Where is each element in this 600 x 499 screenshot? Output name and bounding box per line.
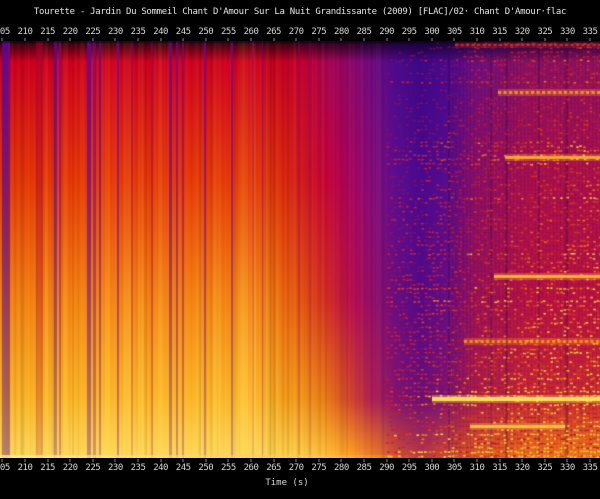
axis-tick-label: 275 xyxy=(311,463,326,473)
axis-tick-label: 245 xyxy=(176,463,191,473)
axis-tick-label: 330 xyxy=(560,27,575,37)
axis-tickmark xyxy=(183,459,184,462)
axis-tickmark xyxy=(273,459,274,462)
axis-tick-label: 300 xyxy=(424,27,439,37)
axis-tickmark xyxy=(318,459,319,462)
axis-tick-label: 215 xyxy=(40,27,55,37)
time-axis-label: Time (s) xyxy=(0,478,574,488)
axis-tick-label: 305 xyxy=(447,463,462,473)
page-title: Tourette - Jardin Du Sommeil Chant D'Amo… xyxy=(0,7,600,17)
spectrogram-heatmap xyxy=(0,41,600,458)
axis-tick-label: 285 xyxy=(357,463,372,473)
axis-tickmark xyxy=(205,459,206,462)
axis-tickmark xyxy=(47,459,48,462)
axis-tick-label: 250 xyxy=(198,463,213,473)
axis-tickmark xyxy=(409,459,410,462)
axis-tick-label: 295 xyxy=(402,27,417,37)
axis-tick-label: 300 xyxy=(424,463,439,473)
axis-tickmark xyxy=(431,459,432,462)
axis-tick-label: 265 xyxy=(266,27,281,37)
axis-tickmark xyxy=(522,459,523,462)
axis-tick-label: 315 xyxy=(492,463,507,473)
axis-tick-label: 230 xyxy=(108,27,123,37)
axis-tick-label: 295 xyxy=(402,463,417,473)
axis-tickmark xyxy=(544,459,545,462)
axis-tickmark xyxy=(296,459,297,462)
axis-tick-label: 280 xyxy=(334,27,349,37)
axis-tickmark xyxy=(138,459,139,462)
axis-tickmark xyxy=(341,459,342,462)
axis-tick-label: 235 xyxy=(131,463,146,473)
axis-tickmark xyxy=(70,459,71,462)
axis-tick-label: 215 xyxy=(40,463,55,473)
axis-tick-label: 235 xyxy=(131,27,146,37)
axis-tickmark xyxy=(364,459,365,462)
axis-tick-label: 210 xyxy=(18,27,33,37)
time-axis-top: 205 210 215 220 225 230 235 240 245 250 255 260 265 2… xyxy=(0,27,600,38)
axis-tick-label: 275 xyxy=(311,27,326,37)
axis-tickmark xyxy=(386,459,387,462)
axis-tick-label: 315 xyxy=(492,27,507,37)
axis-tick-label: 280 xyxy=(334,463,349,473)
axis-tickmark xyxy=(92,459,93,462)
time-axis-bottom: 205 210 215 220 225 230 235 240 245 250 255 260 265 2… xyxy=(0,463,600,474)
axis-tickmark xyxy=(115,459,116,462)
axis-tick-label: 335 xyxy=(583,463,598,473)
axis-tick-label: 310 xyxy=(470,27,485,37)
axis-tick-label: 260 xyxy=(244,27,259,37)
time-axis-bottom-tickmarks xyxy=(0,459,600,462)
axis-tickmark xyxy=(2,459,3,462)
axis-tick-label: 335 xyxy=(583,27,598,37)
axis-tick-label: 305 xyxy=(447,27,462,37)
axis-tickmark xyxy=(477,459,478,462)
axis-tick-label: 320 xyxy=(515,463,530,473)
axis-tickmark xyxy=(160,459,161,462)
axis-tick-label: 250 xyxy=(198,27,213,37)
axis-tick-label: 225 xyxy=(85,27,100,37)
axis-tickmark xyxy=(228,459,229,462)
axis-tickmark xyxy=(567,459,568,462)
axis-tick-label: 320 xyxy=(515,27,530,37)
axis-tick-label: 245 xyxy=(176,27,191,37)
axis-tick-label: 255 xyxy=(221,463,236,473)
axis-tick-label: 230 xyxy=(108,463,123,473)
axis-tick-label: 205 xyxy=(0,463,10,473)
axis-tick-label: 210 xyxy=(18,463,33,473)
axis-tick-label: 285 xyxy=(357,27,372,37)
axis-tick-label: 260 xyxy=(244,463,259,473)
axis-tickmark xyxy=(454,459,455,462)
axis-tick-label: 220 xyxy=(63,27,78,37)
axis-tick-label: 325 xyxy=(537,27,552,37)
axis-tick-label: 265 xyxy=(266,463,281,473)
axis-tick-label: 220 xyxy=(63,463,78,473)
axis-tick-label: 225 xyxy=(85,463,100,473)
axis-tickmark xyxy=(499,459,500,462)
axis-tick-label: 290 xyxy=(379,463,394,473)
axis-tick-label: 330 xyxy=(560,463,575,473)
axis-tick-label: 205 xyxy=(0,27,10,37)
spectrogram-window: Tourette - Jardin Du Sommeil Chant D'Amo… xyxy=(0,0,600,499)
axis-tickmark xyxy=(251,459,252,462)
axis-tick-label: 310 xyxy=(470,463,485,473)
axis-tick-label: 290 xyxy=(379,27,394,37)
axis-tick-label: 325 xyxy=(537,463,552,473)
axis-tickmark xyxy=(590,459,591,462)
axis-tickmark xyxy=(25,459,26,462)
axis-tick-label: 240 xyxy=(153,27,168,37)
axis-tick-label: 255 xyxy=(221,27,236,37)
axis-tick-label: 270 xyxy=(289,27,304,37)
axis-tick-label: 270 xyxy=(289,463,304,473)
axis-tick-label: 240 xyxy=(153,463,168,473)
